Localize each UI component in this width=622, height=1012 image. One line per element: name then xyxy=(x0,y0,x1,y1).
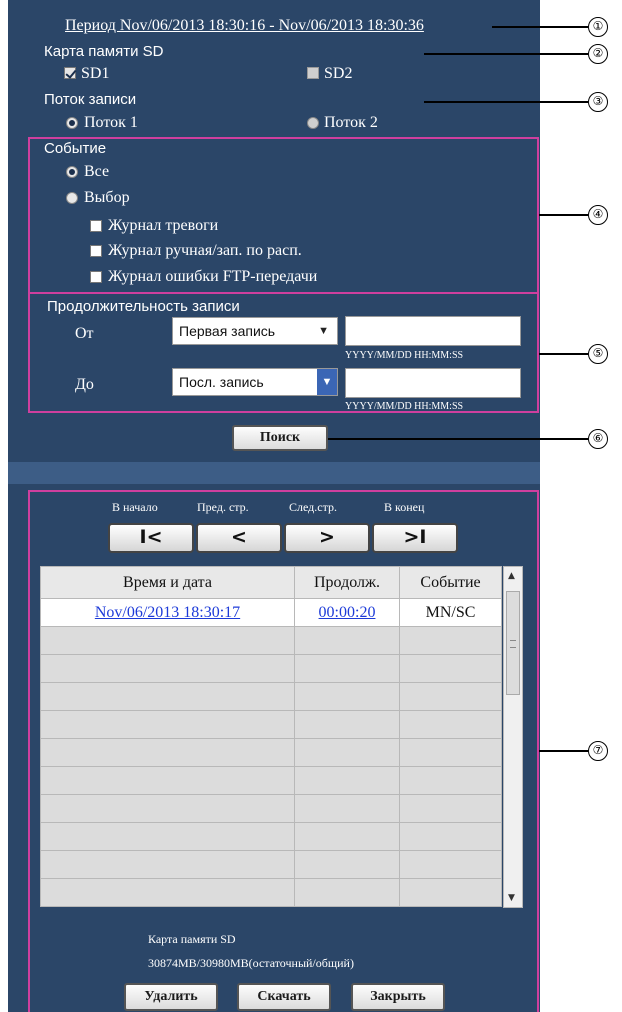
table-row xyxy=(40,626,502,655)
sd2-checkbox[interactable] xyxy=(307,67,319,79)
stream2-radio[interactable] xyxy=(307,117,319,129)
datetime-link[interactable]: Nov/06/2013 18:30:17 xyxy=(95,604,240,621)
table-header-row: Время и дата Продолж. Событие xyxy=(40,566,502,599)
ftp-error-log-checkbox[interactable] xyxy=(90,271,102,283)
table-row xyxy=(40,794,502,823)
sd1-label: SD1 xyxy=(81,65,110,82)
to-label: До xyxy=(75,376,94,393)
column-header-event: Событие xyxy=(399,566,502,599)
scrollbar-thumb[interactable] xyxy=(506,591,520,695)
manual-log-label: Журнал ручная/зап. по расп. xyxy=(108,242,302,259)
to-datetime-input[interactable] xyxy=(345,368,521,398)
first-page-button[interactable]: I< xyxy=(108,523,194,553)
stream1-radio[interactable] xyxy=(66,117,78,129)
table-row xyxy=(40,822,502,851)
callout-line-6 xyxy=(328,438,588,440)
footer-sd-label: Карта памяти SD xyxy=(148,932,236,946)
from-format-hint: YYYY/MM/DD HH:MM:SS xyxy=(345,350,464,361)
last-page-button[interactable]: >I xyxy=(372,523,458,553)
event-select-radio[interactable] xyxy=(66,192,78,204)
alarm-log-label: Журнал тревоги xyxy=(108,217,219,234)
from-label: От xyxy=(75,325,94,342)
event-all-radio[interactable] xyxy=(66,166,78,178)
duration-link[interactable]: 00:00:20 xyxy=(319,604,376,621)
nav-prev-label: Пред. стр. xyxy=(197,500,249,514)
callout-5: ⑤ xyxy=(588,344,608,364)
manual-log-checkbox[interactable] xyxy=(90,245,102,257)
scroll-up-icon[interactable]: ▲ xyxy=(508,571,515,581)
callout-line-1 xyxy=(492,26,588,28)
nav-last-label: В конец xyxy=(384,500,425,514)
section-separator xyxy=(8,462,540,484)
callout-6: ⑥ xyxy=(588,429,608,449)
from-select[interactable]: Первая запись ▼ xyxy=(172,317,338,345)
callout-line-7 xyxy=(539,750,588,752)
callout-line-2 xyxy=(424,53,588,55)
callout-line-4 xyxy=(539,214,588,216)
table-row xyxy=(40,738,502,767)
callout-line-3 xyxy=(424,101,588,103)
callout-3: ③ xyxy=(588,92,608,112)
table-row xyxy=(40,682,502,711)
download-button[interactable]: Скачать xyxy=(237,983,331,1011)
table-row xyxy=(40,710,502,739)
to-select[interactable]: Посл. запись ▼ xyxy=(172,368,338,396)
table-row xyxy=(40,878,502,907)
from-select-value: Первая запись xyxy=(179,323,276,339)
scroll-down-icon[interactable]: ▼ xyxy=(508,893,515,903)
column-header-duration: Продолж. xyxy=(294,566,400,599)
results-scrollbar[interactable]: ▲ ▼ xyxy=(503,566,523,908)
event-cell: MN/SC xyxy=(399,598,502,627)
close-button[interactable]: Закрыть xyxy=(351,983,445,1011)
sd1-checkbox[interactable] xyxy=(64,67,76,79)
duration-label: Продолжительность записи xyxy=(47,298,240,315)
ftp-error-log-label: Журнал ошибки FTP-передачи xyxy=(108,268,318,285)
nav-first-label: В начало xyxy=(112,500,158,514)
callout-1: ① xyxy=(588,17,608,37)
callout-line-5 xyxy=(539,353,588,355)
stream1-label: Поток 1 xyxy=(84,114,138,131)
search-button[interactable]: Поиск xyxy=(232,425,328,451)
nav-next-label: След.стр. xyxy=(289,500,337,514)
from-datetime-input[interactable] xyxy=(345,316,521,346)
results-table: Время и дата Продолж. Событие Nov/06/201… xyxy=(40,566,502,907)
chevron-down-icon: ▼ xyxy=(317,369,337,395)
prev-page-button[interactable]: < xyxy=(196,523,282,553)
to-select-value: Посл. запись xyxy=(179,374,264,390)
table-row[interactable]: Nov/06/2013 18:30:17 00:00:20 MN/SC xyxy=(40,598,502,627)
next-page-button[interactable]: > xyxy=(284,523,370,553)
callout-2: ② xyxy=(588,44,608,64)
table-row xyxy=(40,850,502,879)
stream2-label: Поток 2 xyxy=(324,114,378,131)
to-format-hint: YYYY/MM/DD HH:MM:SS xyxy=(345,401,464,412)
grip-icon xyxy=(510,640,516,648)
callout-7: ⑦ xyxy=(588,741,608,761)
footer-capacity: 30874MB/30980MB(остаточный/общий) xyxy=(148,956,354,970)
event-all-label: Все xyxy=(84,163,110,180)
event-select-label: Выбор xyxy=(84,189,130,206)
table-row xyxy=(40,766,502,795)
delete-button[interactable]: Удалить xyxy=(124,983,218,1011)
alarm-log-checkbox[interactable] xyxy=(90,220,102,232)
column-header-datetime: Время и дата xyxy=(40,566,295,599)
stream-label: Поток записи xyxy=(44,91,137,108)
event-label: Событие xyxy=(44,140,107,157)
callout-4: ④ xyxy=(588,205,608,225)
table-row xyxy=(40,654,502,683)
sd2-label: SD2 xyxy=(324,65,353,82)
period-text: Период Nov/06/2013 18:30:16 - Nov/06/201… xyxy=(65,17,424,34)
chevron-down-icon: ▼ xyxy=(318,325,329,337)
sd-card-label: Карта памяти SD xyxy=(44,43,164,60)
